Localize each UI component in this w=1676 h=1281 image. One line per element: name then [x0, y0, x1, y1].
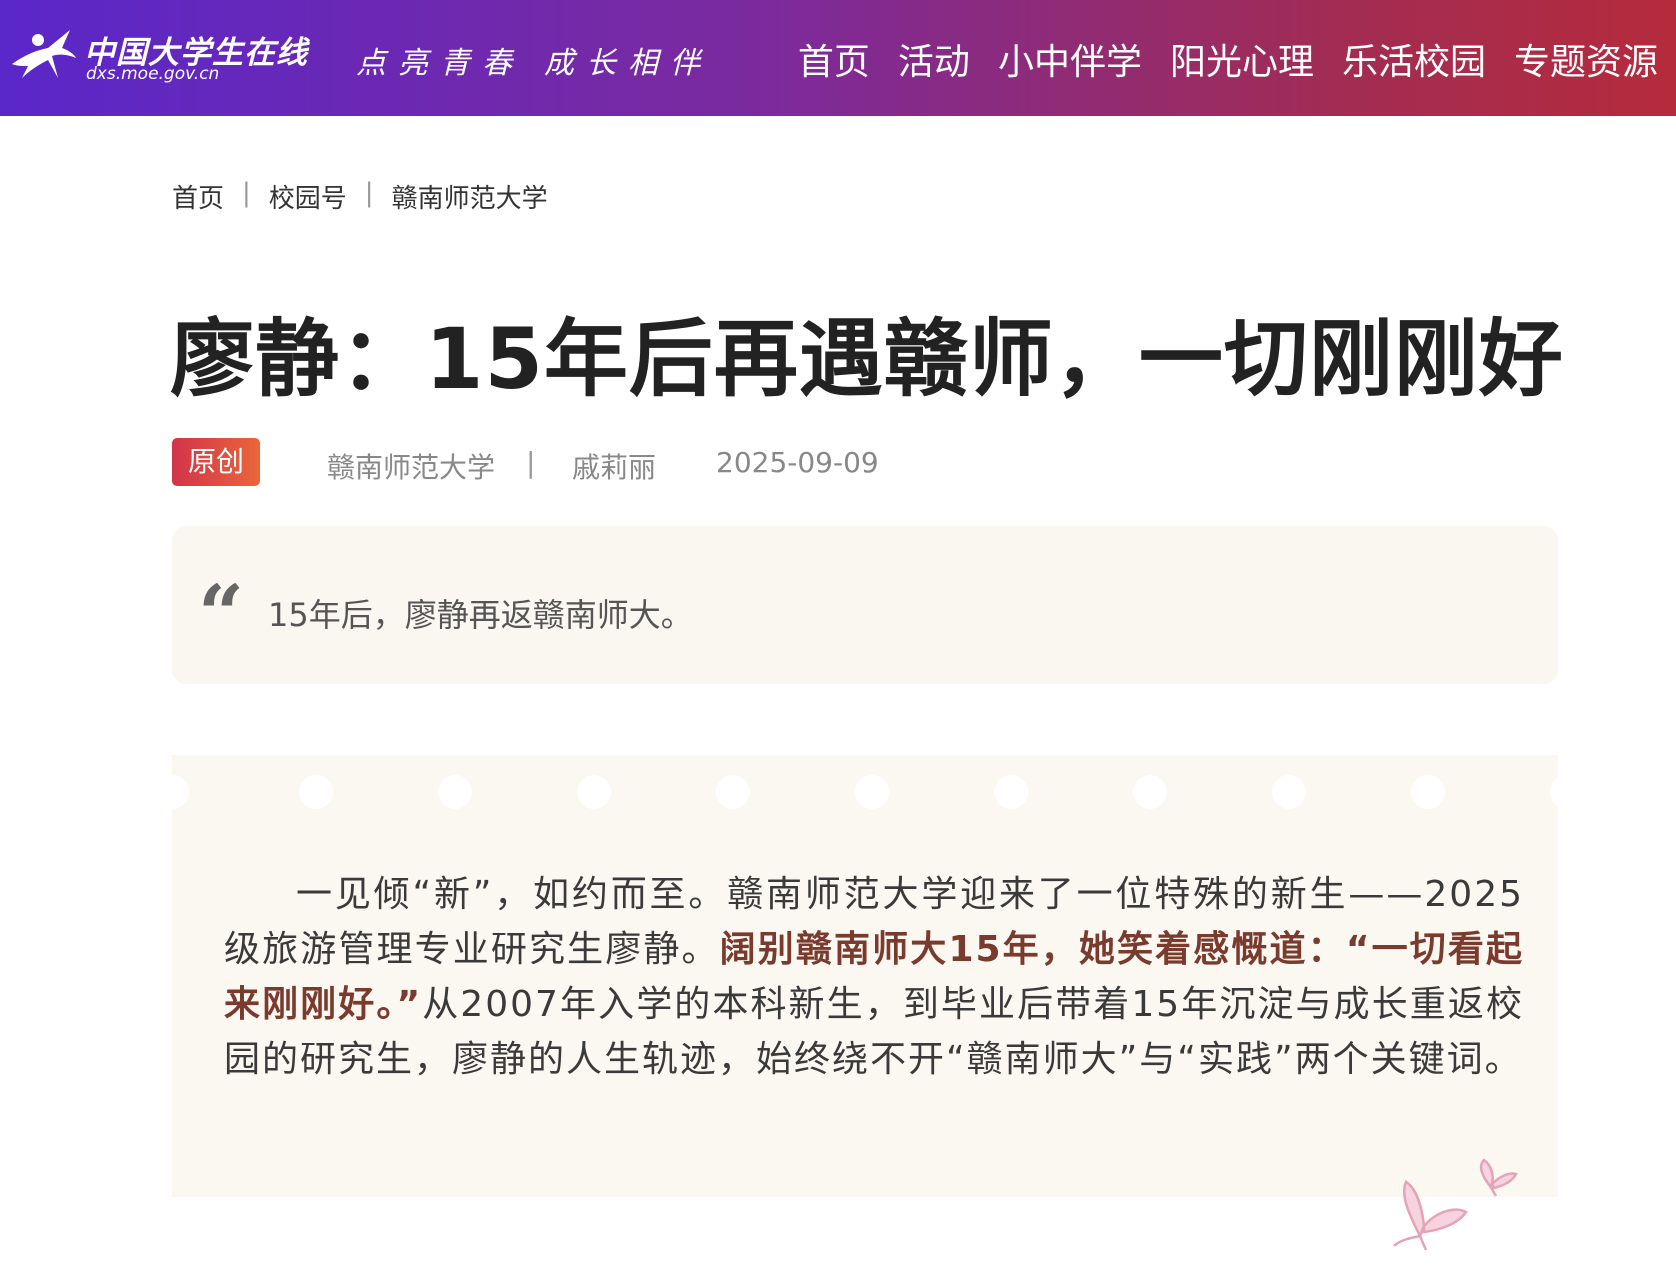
decorative-dot: [577, 775, 611, 809]
article-content-card: 一见倾“新”，如约而至。赣南师范大学迎来了一位特殊的新生——2025级旅游管理专…: [172, 755, 1558, 1197]
decorative-dot: [1550, 775, 1558, 809]
nav-topic-resources[interactable]: 专题资源: [1514, 33, 1658, 85]
decorative-dot: [1411, 775, 1445, 809]
decorative-dot: [994, 775, 1028, 809]
decorative-dot: [438, 775, 472, 809]
nav-sunshine-psychology[interactable]: 阳光心理: [1170, 33, 1314, 85]
decorative-dot: [716, 775, 750, 809]
slogan-2: 成长相伴: [544, 46, 712, 81]
nav-companion-study[interactable]: 小中伴学: [998, 33, 1142, 85]
breadcrumb-university[interactable]: 赣南师范大学: [392, 178, 548, 215]
nav-activities[interactable]: 活动: [898, 33, 970, 85]
decorative-dot: [855, 775, 889, 809]
quote-mark-icon: “: [198, 567, 245, 661]
article-paragraph: 一见倾“新”，如约而至。赣南师范大学迎来了一位特殊的新生——2025级旅游管理专…: [224, 867, 1524, 1087]
decorative-dot: [1272, 775, 1306, 809]
site-header: 中国大学生在线 dxs.moe.gov.cn 点亮青春 成长相伴 首页 活动 小…: [0, 0, 1676, 116]
breadcrumb-separator: |: [242, 178, 251, 208]
article-summary: 15年后，廖静再返赣南师大。: [268, 596, 693, 634]
meta-separator: |: [526, 446, 536, 479]
article-title: 廖静：15年后再遇赣师，一切刚刚好: [170, 310, 1564, 408]
breadcrumb: 首页 | 校园号 | 赣南师范大学: [172, 178, 548, 215]
breadcrumb-campus-account[interactable]: 校园号: [269, 178, 347, 215]
main-nav: 首页 活动 小中伴学 阳光心理 乐活校园 专题资源: [770, 33, 1658, 85]
article-author: 戚莉丽: [572, 451, 657, 484]
butterfly-icon: [1393, 1158, 1518, 1250]
decorative-dot: [299, 775, 333, 809]
nav-campus-life[interactable]: 乐活校园: [1342, 33, 1486, 85]
original-badge: 原创: [172, 438, 260, 486]
decorative-dot: [172, 775, 189, 809]
nav-home[interactable]: 首页: [798, 33, 870, 85]
decorative-dot: [1133, 775, 1167, 809]
decorative-dots: [172, 775, 1558, 809]
runner-logo-icon[interactable]: [8, 24, 78, 84]
article-summary-box: “ 15年后，廖静再返赣南师大。: [172, 526, 1558, 684]
article-source[interactable]: 赣南师范大学: [327, 446, 495, 486]
breadcrumb-home[interactable]: 首页: [172, 178, 224, 215]
site-logo-url: dxs.moe.gov.cn: [86, 64, 220, 84]
breadcrumb-separator: |: [364, 178, 374, 208]
article-date: 2025-09-09: [716, 446, 879, 479]
slogan-1: 点亮青春: [356, 46, 524, 81]
